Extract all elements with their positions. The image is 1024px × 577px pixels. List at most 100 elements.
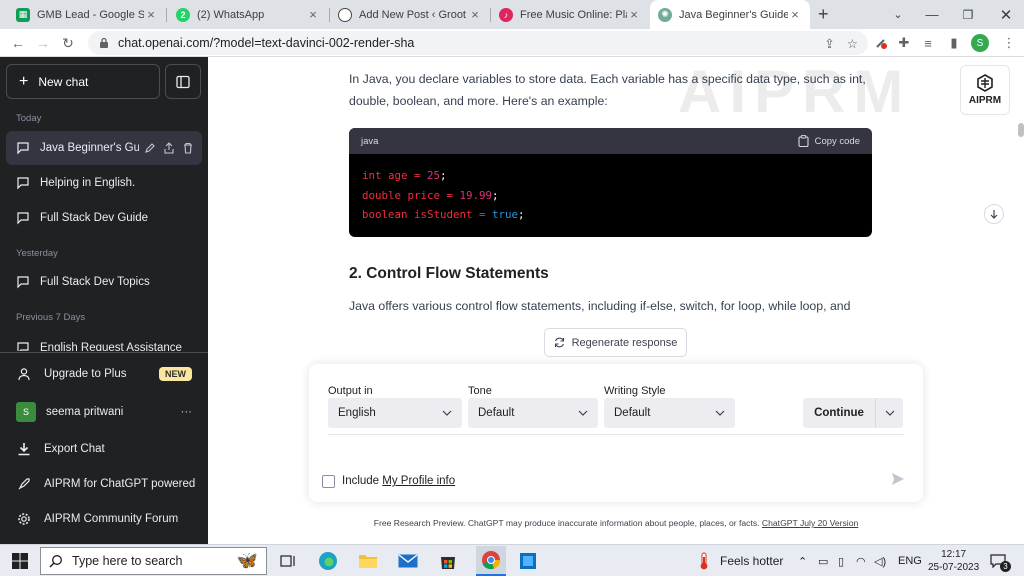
sidebar-item-label: Java Beginner's Guide (40, 142, 139, 154)
wifi-icon[interactable]: ◠ (856, 545, 866, 577)
hidden-icons-chevron[interactable]: ⌃ (798, 545, 807, 577)
code-line: int age = 25; (362, 169, 447, 182)
app-icon[interactable] (516, 549, 540, 573)
windows-start-icon[interactable] (8, 549, 32, 573)
language-indicator[interactable]: ENG (898, 545, 922, 577)
close-tab-icon[interactable]: × (306, 7, 320, 22)
weather-widget[interactable]: Feels hotter (698, 545, 783, 577)
continue-button[interactable]: Continue (803, 398, 903, 428)
code-header: java Copy code (349, 128, 872, 154)
forward-icon[interactable]: → (33, 33, 53, 53)
chrome-icon[interactable] (476, 546, 506, 576)
tab-java-guide[interactable]: ✺ Java Beginner's Guide × (650, 0, 810, 29)
user-menu-button[interactable]: S seema pritwani ··· (6, 395, 202, 429)
tab-whatsapp[interactable]: 2 (2) WhatsApp × (168, 0, 328, 29)
aiprm-button[interactable]: AIPRM (960, 65, 1010, 115)
store-icon[interactable] (436, 549, 460, 573)
close-tab-icon[interactable]: × (144, 7, 158, 22)
my-profile-info-link[interactable]: My Profile info (382, 475, 455, 487)
refresh-icon (554, 337, 564, 348)
scroll-to-bottom-button[interactable] (984, 204, 1004, 224)
media-icon[interactable]: ≡ (919, 34, 937, 52)
avatar: S (16, 402, 36, 422)
minimize-icon[interactable]: — (914, 0, 950, 29)
bookmark-star-icon[interactable]: ☆ (847, 36, 858, 51)
writing-style-select[interactable]: Default (604, 398, 735, 428)
sidebar-item-java-guide[interactable]: Java Beginner's Guide (6, 131, 202, 165)
chat-main: AIPRM In Java, you declare variables to … (208, 57, 1024, 544)
tab-google-sheets[interactable]: ▦ GMB Lead - Google Sheets × (8, 0, 166, 29)
taskbar-search-input[interactable]: Type here to search 🦋 (40, 547, 267, 575)
include-profile-checkbox[interactable] (322, 475, 335, 488)
user-icon (16, 367, 32, 381)
close-tab-icon[interactable]: × (788, 7, 802, 22)
mail-icon[interactable] (396, 549, 420, 573)
tone-select[interactable]: Default (468, 398, 598, 428)
section-heading: 2. Control Flow Statements (349, 265, 549, 282)
close-window-icon[interactable]: ✕ (988, 0, 1024, 29)
sidebar-item-full-stack-topics[interactable]: Full Stack Dev Topics (6, 265, 202, 299)
profile-avatar[interactable]: S (971, 34, 989, 52)
tab-search-icon[interactable]: ⌄ (880, 0, 916, 29)
new-badge: NEW (159, 367, 192, 381)
output-language-select[interactable]: English (328, 398, 462, 428)
tab-music[interactable]: ♪ Free Music Online: Play & Download × (491, 0, 649, 29)
arrow-down-icon (990, 210, 998, 219)
date-text: 25-07-2023 (928, 562, 980, 573)
puzzle-icon[interactable]: ✚ (895, 34, 913, 52)
code-line: double price = 19.99; (362, 188, 499, 202)
output-in-label: Output in (328, 385, 373, 397)
address-bar[interactable]: chat.openai.com/?model=text-davinci-002-… (88, 31, 868, 55)
sidebar-bottom-menu: Upgrade to Plus NEW S seema pritwani ···… (0, 352, 208, 525)
file-explorer-icon[interactable] (356, 549, 380, 573)
close-tab-icon[interactable]: × (627, 7, 641, 22)
more-options-icon[interactable]: ··· (181, 406, 193, 418)
whatsapp-icon: 2 (176, 7, 190, 22)
share-icon[interactable] (161, 140, 177, 156)
aiprm-button-label: AIPRM (968, 95, 1002, 106)
new-tab-button[interactable]: + (818, 4, 829, 25)
aiprm-powered-link[interactable]: AIPRM for ChatGPT powered (6, 467, 202, 501)
extension-icon[interactable] (872, 34, 890, 52)
sidebar-item-english-request[interactable]: English Request Assistance (6, 331, 202, 351)
aiprm-forum-link[interactable]: AIPRM Community Forum (6, 502, 202, 536)
version-link[interactable]: ChatGPT July 20 Version (762, 518, 858, 528)
edit-icon[interactable] (142, 140, 158, 156)
section-label-previous-7-days: Previous 7 Days (16, 312, 86, 323)
clock[interactable]: 12:17 25-07-2023 (928, 545, 979, 577)
notification-center-icon[interactable]: 3 (990, 545, 1011, 577)
share-icon[interactable]: ⇪ (824, 36, 834, 51)
restore-icon[interactable]: ❐ (950, 0, 986, 29)
new-chat-button[interactable]: + New chat (6, 64, 160, 99)
tab-title: Free Music Online: Play & Download (520, 8, 627, 21)
delete-icon[interactable] (180, 140, 196, 156)
device-icon[interactable]: ▯ (838, 545, 844, 577)
close-tab-icon[interactable]: × (468, 7, 482, 22)
writing-style-label: Writing Style (604, 385, 666, 397)
sidebar-item-full-stack-guide[interactable]: Full Stack Dev Guide (6, 201, 202, 235)
tone-label: Tone (468, 385, 492, 397)
upgrade-plus-button[interactable]: Upgrade to Plus NEW (6, 357, 202, 391)
regenerate-label: Regenerate response (571, 336, 678, 349)
volume-icon[interactable]: ◁) (874, 545, 886, 577)
sidebar-item-helping-english[interactable]: Helping in English. (6, 166, 202, 200)
back-icon[interactable]: ← (8, 33, 28, 53)
disclaimer-footer: Free Research Preview. ChatGPT may produ… (373, 518, 859, 528)
tab-wordpress[interactable]: Add New Post ‹ Groot Academy × (330, 0, 490, 29)
sidebar: + New chat Today Java Beginner's Guide H… (0, 57, 208, 544)
sidebar-item-label: Helping in English. (40, 177, 136, 189)
side-panel-icon[interactable]: ▮ (945, 34, 963, 52)
scrollbar-thumb[interactable] (1018, 123, 1024, 137)
menu-dots-icon[interactable]: ⋮ (1000, 34, 1018, 52)
reload-icon[interactable]: ↻ (58, 33, 78, 53)
send-button[interactable] (891, 472, 905, 486)
battery-icon[interactable]: ▭ (818, 545, 828, 577)
export-chat-button[interactable]: Export Chat (6, 432, 202, 466)
divider (328, 434, 904, 435)
edge-icon[interactable] (316, 549, 340, 573)
copy-code-button[interactable]: Copy code (798, 135, 860, 147)
continue-options-dropdown[interactable] (875, 398, 903, 428)
toggle-sidebar-button[interactable] (165, 64, 201, 99)
regenerate-response-button[interactable]: Regenerate response (544, 328, 687, 357)
task-view-icon[interactable] (276, 549, 300, 573)
